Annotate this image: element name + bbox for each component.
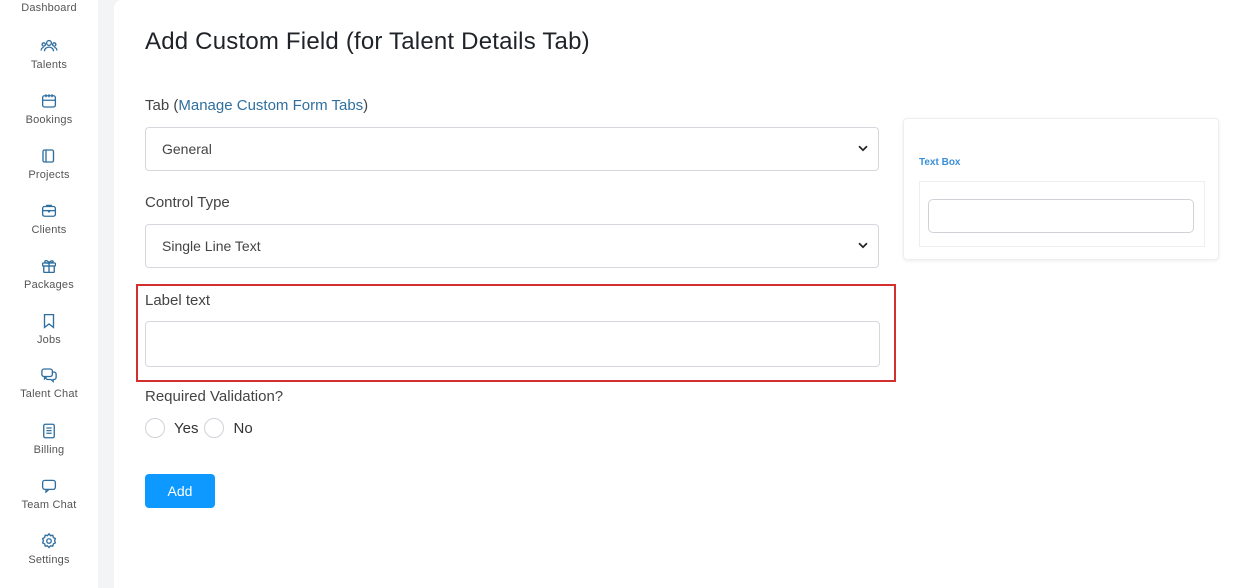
- sidebar: Dashboard Talents Bookings Projects Clie…: [0, 0, 98, 588]
- preview-label: Text Box: [919, 157, 961, 168]
- chevron-down-icon: [858, 145, 868, 152]
- control-type-select-value: Single Line Text: [162, 238, 261, 254]
- sidebar-item-talent-chat[interactable]: Talent Chat: [0, 365, 98, 400]
- main-panel: Add Custom Field (for Talent Details Tab…: [114, 0, 1236, 588]
- tab-field-label: Tab (Manage Custom Form Tabs): [145, 97, 368, 114]
- sidebar-item-label: Dashboard: [21, 2, 77, 14]
- sidebar-item-jobs[interactable]: Jobs: [0, 311, 98, 346]
- required-no-radio[interactable]: [204, 418, 225, 438]
- sidebar-item-bookings[interactable]: Bookings: [0, 91, 98, 126]
- sidebar-item-label: Bookings: [25, 114, 73, 126]
- sidebar-item-settings[interactable]: Settings: [0, 531, 98, 566]
- sidebar-item-packages[interactable]: Packages: [0, 256, 98, 291]
- chevron-down-icon: [858, 242, 868, 249]
- sidebar-item-clients[interactable]: Clients: [0, 201, 98, 236]
- tab-select-value: General: [162, 141, 212, 157]
- sidebar-item-label: Clients: [31, 224, 67, 236]
- required-validation-options: Yes No: [145, 418, 259, 438]
- gift-icon: [39, 256, 59, 276]
- page-title: Add Custom Field (for Talent Details Tab…: [145, 28, 590, 55]
- chat-icon: [39, 476, 59, 496]
- calendar-icon: [39, 91, 59, 111]
- gear-icon: [39, 531, 59, 551]
- control-type-select[interactable]: Single Line Text: [145, 224, 879, 268]
- briefcase-icon: [39, 201, 59, 221]
- preview-card: Text Box: [903, 118, 1219, 260]
- sidebar-item-label: Settings: [28, 554, 70, 566]
- projects-icon: [39, 146, 59, 166]
- sidebar-item-label: Jobs: [36, 334, 62, 346]
- required-validation-label: Required Validation?: [145, 388, 284, 405]
- label-text-label: Label text: [145, 292, 211, 309]
- manage-custom-form-tabs-link[interactable]: Manage Custom Form Tabs: [178, 97, 363, 114]
- sidebar-item-label: Billing: [33, 444, 65, 456]
- tab-label-prefix: Tab (: [145, 97, 179, 114]
- sidebar-item-label: Talent Chat: [20, 388, 78, 400]
- users-icon: [39, 36, 59, 56]
- sidebar-item-label: Projects: [28, 169, 70, 181]
- document-icon: [39, 421, 59, 441]
- sidebar-item-talents[interactable]: Talents: [0, 36, 98, 71]
- control-type-label: Control Type: [145, 194, 230, 211]
- preview-text-box[interactable]: [928, 199, 1194, 233]
- tab-select[interactable]: General: [145, 127, 879, 171]
- sidebar-item-label: Team Chat: [21, 499, 77, 511]
- sidebar-item-projects[interactable]: Projects: [0, 146, 98, 181]
- sidebar-item-label: Packages: [24, 279, 74, 291]
- bookmark-icon: [39, 311, 59, 331]
- preview-container: [919, 181, 1205, 247]
- sidebar-item-dashboard[interactable]: Dashboard: [0, 2, 98, 14]
- required-no-label[interactable]: No: [233, 420, 252, 437]
- required-yes-radio[interactable]: [145, 418, 165, 438]
- label-text-input[interactable]: [145, 321, 880, 367]
- sidebar-item-team-chat[interactable]: Team Chat: [0, 476, 98, 511]
- sidebar-item-billing[interactable]: Billing: [0, 421, 98, 456]
- sidebar-item-label: Talents: [30, 59, 68, 71]
- required-yes-label[interactable]: Yes: [174, 420, 198, 437]
- tab-label-suffix: ): [363, 97, 369, 114]
- chat-bubbles-icon: [39, 365, 59, 385]
- add-button[interactable]: Add: [145, 474, 215, 508]
